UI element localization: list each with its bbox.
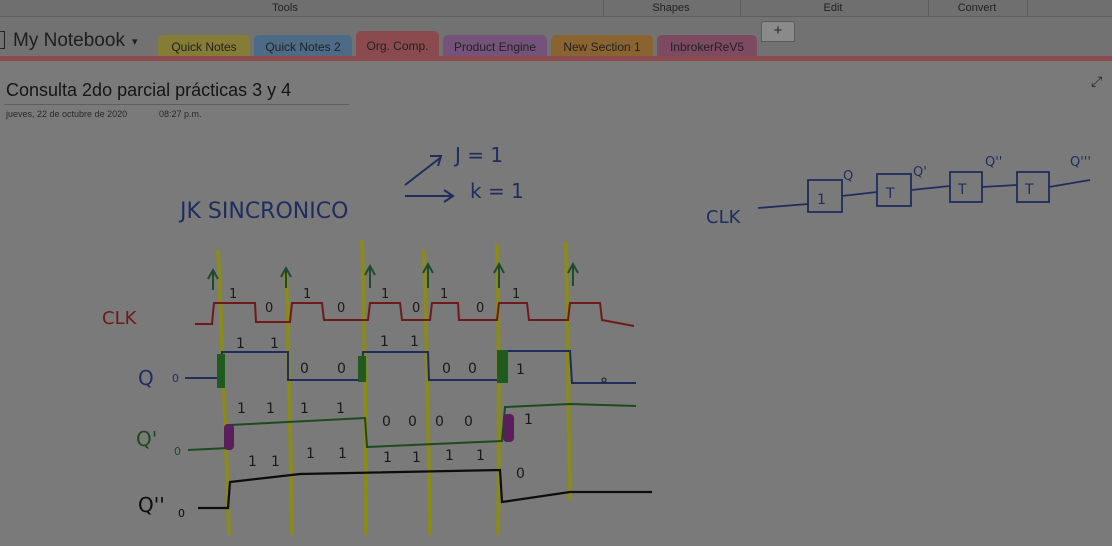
- ff4-label: T: [1024, 182, 1034, 198]
- q2-value: 1: [271, 454, 280, 470]
- q2-value: 1: [306, 446, 315, 462]
- q2-value: 1: [338, 446, 347, 462]
- q-value: 1: [410, 334, 419, 350]
- q-value: 1: [236, 336, 245, 352]
- handwriting-ink: JK SINCRONICO J = 1 k = 1 CLK Q Q' Q'' Q…: [102, 143, 1091, 536]
- q1-value: 1: [336, 401, 345, 417]
- q1-value: 0: [408, 414, 417, 430]
- q1-value: 0: [435, 414, 444, 430]
- clk-value: 1: [303, 287, 311, 302]
- clk-value: 0: [265, 301, 273, 316]
- j-equation: J = 1: [453, 143, 503, 167]
- q2-label: Q'': [138, 493, 165, 517]
- q1-out-label: Q': [913, 165, 927, 180]
- q-out-label: Q: [843, 169, 853, 184]
- q1-label: Q': [136, 427, 157, 451]
- q2-value: 1: [445, 448, 454, 464]
- q2-waveform: [198, 468, 652, 510]
- q3-out-label: Q''': [1070, 155, 1091, 170]
- q2-value: 1: [412, 450, 421, 466]
- ff2-label: T: [885, 186, 895, 202]
- clk-value: 1: [440, 287, 448, 302]
- q-initial: 0: [172, 372, 179, 385]
- rising-edge-arrows: [207, 261, 579, 290]
- q-label: Q: [138, 366, 154, 390]
- clk-label: CLK: [102, 308, 138, 329]
- q1-initial: 0: [174, 445, 181, 458]
- clk-value: 1: [381, 287, 389, 302]
- q1-values: 1 1 1 1 0 0 0 0 1: [237, 401, 533, 430]
- q1-value: 1: [266, 401, 275, 417]
- q-edge-marker: [358, 356, 366, 382]
- q1-value: 1: [524, 412, 533, 428]
- k-arrow: [405, 189, 455, 203]
- q2-value: 1: [248, 454, 257, 470]
- q-value: 0: [337, 361, 346, 377]
- q2-value: 0: [516, 466, 525, 482]
- q-value: 0: [300, 361, 309, 377]
- q-value: 1: [516, 362, 525, 378]
- q-value: 0: [442, 361, 451, 377]
- ff3-label: T: [957, 182, 967, 198]
- clk-value: 0: [337, 301, 345, 316]
- ink-dot: [601, 377, 607, 383]
- q1-value: 0: [382, 414, 391, 430]
- heading-ink: JK SINCRONICO: [178, 199, 348, 224]
- k-equation: k = 1: [470, 179, 524, 203]
- clk-values: 1 0 1 0 1 0 1 0 1: [229, 287, 520, 316]
- q1-value: 0: [464, 414, 473, 430]
- clk-chain-label: CLK: [706, 207, 742, 228]
- clock-edge-guides: [216, 239, 572, 536]
- clk-value: 1: [512, 287, 520, 302]
- q1-edge-marker: [224, 424, 234, 450]
- clk-value: 0: [476, 301, 484, 316]
- q-value: 1: [270, 336, 279, 352]
- q-values: 1 1 0 0 1 1 0 0 1: [236, 334, 525, 378]
- q-value: 1: [380, 334, 389, 350]
- q2-value: 1: [476, 448, 485, 464]
- q2-out-label: Q'': [985, 155, 1002, 170]
- j-arrow: [404, 155, 443, 186]
- ff1-label: 1: [817, 192, 826, 208]
- clk-value: 1: [229, 287, 237, 302]
- q1-edge-marker: [503, 414, 514, 442]
- clk-value: 0: [412, 301, 420, 316]
- q2-initial: 0: [178, 507, 185, 520]
- q-value: 0: [468, 361, 477, 377]
- q-edge-marker: [217, 354, 225, 388]
- q1-value: 1: [300, 401, 309, 417]
- q2-value: 1: [383, 450, 392, 466]
- q1-value: 1: [237, 401, 246, 417]
- q-edge-marker: [497, 350, 508, 383]
